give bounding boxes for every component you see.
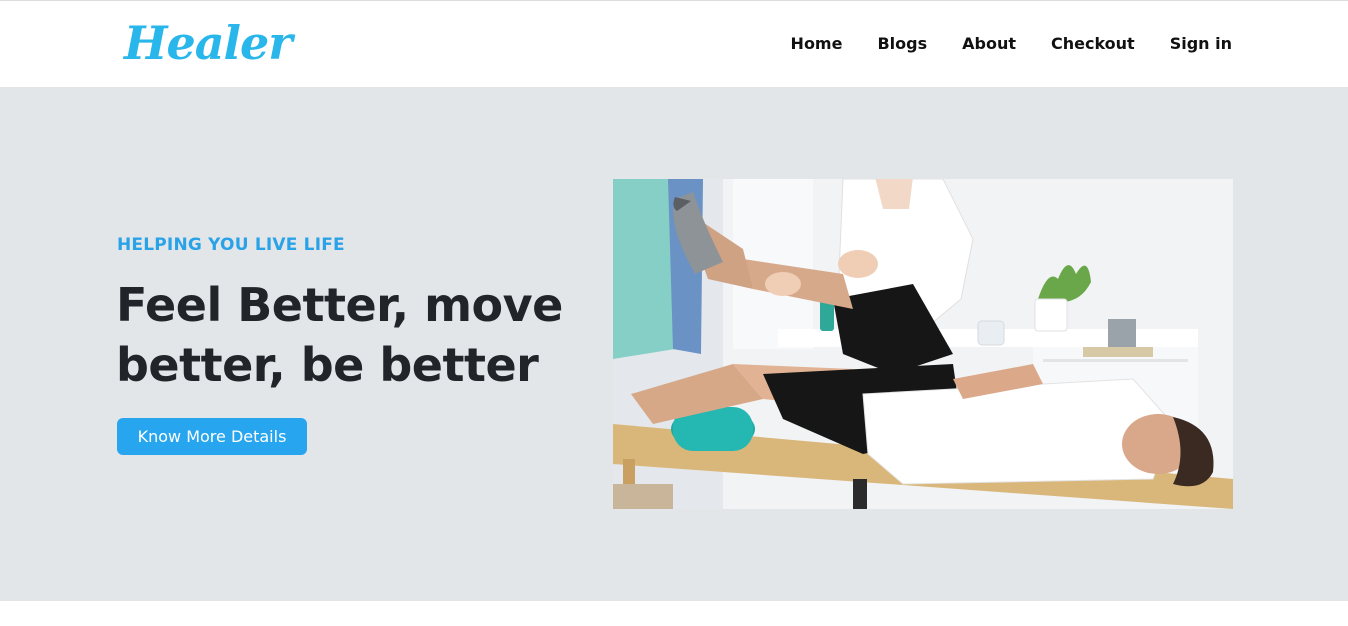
physiotherapy-illustration — [613, 179, 1233, 509]
hero-section: HELPING YOU LIVE LIFE Feel Better, move … — [0, 87, 1348, 601]
nav-signin-link[interactable]: Sign in — [1170, 32, 1232, 56]
nav-checkout-link[interactable]: Checkout — [1051, 32, 1135, 56]
know-more-details-button[interactable]: Know More Details — [117, 418, 307, 455]
hero-headline: Feel Better, move better, be better — [116, 278, 563, 392]
nav-home-link[interactable]: Home — [791, 32, 843, 56]
hero-eyebrow: HELPING YOU LIVE LIFE — [117, 235, 345, 255]
nav-blogs-link[interactable]: Blogs — [877, 32, 927, 56]
brand-logo[interactable]: Healer — [124, 15, 293, 71]
page-bottom — [0, 601, 1348, 626]
hero-image — [613, 179, 1233, 509]
site-header: Healer Home Blogs About Checkout Sign in — [0, 1, 1348, 87]
nav-about-link[interactable]: About — [962, 32, 1016, 56]
main-nav: Home Blogs About Checkout Sign in — [791, 32, 1232, 56]
